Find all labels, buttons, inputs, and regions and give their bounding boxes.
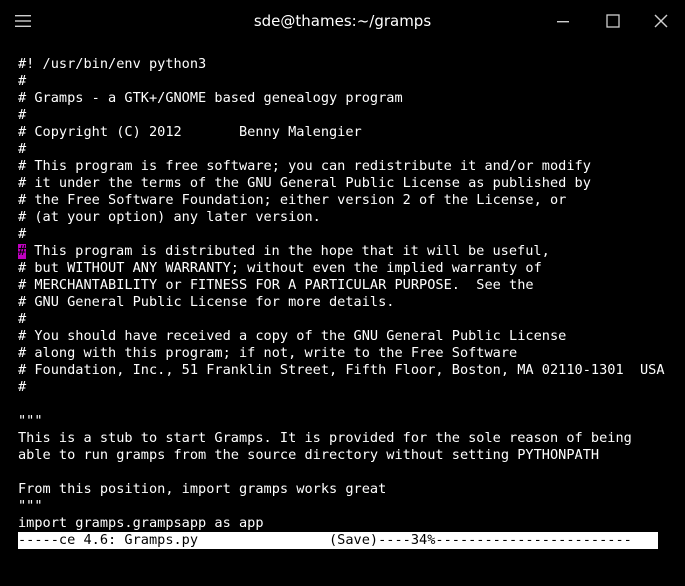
- code-line: # the Free Software Foundation; either v…: [18, 192, 567, 208]
- code-line: # This program is free software; you can…: [18, 158, 591, 174]
- code-line: import gramps.grampsapp as app: [18, 515, 264, 531]
- code-line: #: [18, 311, 27, 327]
- code-line: #: [18, 379, 27, 395]
- code-line: From this position, import gramps works …: [18, 481, 387, 497]
- code-line: """: [18, 413, 43, 429]
- code-line: # Foundation, Inc., 51 Franklin Street, …: [18, 362, 665, 378]
- text-cursor: #: [18, 243, 27, 259]
- editor-buffer[interactable]: #! /usr/bin/env python3 # # Gramps - a GTK…: [18, 56, 678, 532]
- code-line: # but WITHOUT ANY WARRANTY; without even…: [18, 260, 542, 276]
- code-line: # You should have received a copy of the…: [18, 328, 567, 344]
- code-line: # along with this program; if not, write…: [18, 345, 518, 361]
- code-line: # (at your option) any later version.: [18, 209, 321, 225]
- close-icon[interactable]: [652, 12, 670, 30]
- mode-line: -----ce 4.6: Gramps.py (Save)----34%----…: [18, 532, 658, 549]
- code-line: #: [18, 107, 27, 123]
- code-line: # Copyright (C) 2012 Benny Malengier: [18, 124, 362, 140]
- code-line: # it under the terms of the GNU General …: [18, 175, 591, 191]
- code-line: #: [18, 226, 27, 242]
- code-line: This is a stub to start Gramps. It is pr…: [18, 430, 632, 446]
- window-title: sde@thames:~/gramps: [253, 12, 432, 30]
- title-bar: sde@thames:~/gramps: [0, 0, 685, 42]
- code-line: # MERCHANTABILITY or FITNESS FOR A PARTI…: [18, 277, 534, 293]
- code-line: # GNU General Public License for more de…: [18, 294, 395, 310]
- code-line: # This program is distributed in the hop…: [18, 243, 550, 259]
- maximize-icon[interactable]: [604, 12, 622, 30]
- code-line: """: [18, 498, 43, 514]
- terminal-window: sde@thames:~/gramps #! /usr/bin/env pyth…: [0, 0, 685, 586]
- code-line: #! /usr/bin/env python3: [18, 56, 207, 72]
- code-line: #: [18, 141, 27, 157]
- code-line: # Gramps - a GTK+/GNOME based genealogy …: [18, 90, 403, 106]
- minimize-icon[interactable]: [554, 12, 572, 30]
- code-line: #: [18, 73, 27, 89]
- code-line: able to run gramps from the source direc…: [18, 447, 600, 463]
